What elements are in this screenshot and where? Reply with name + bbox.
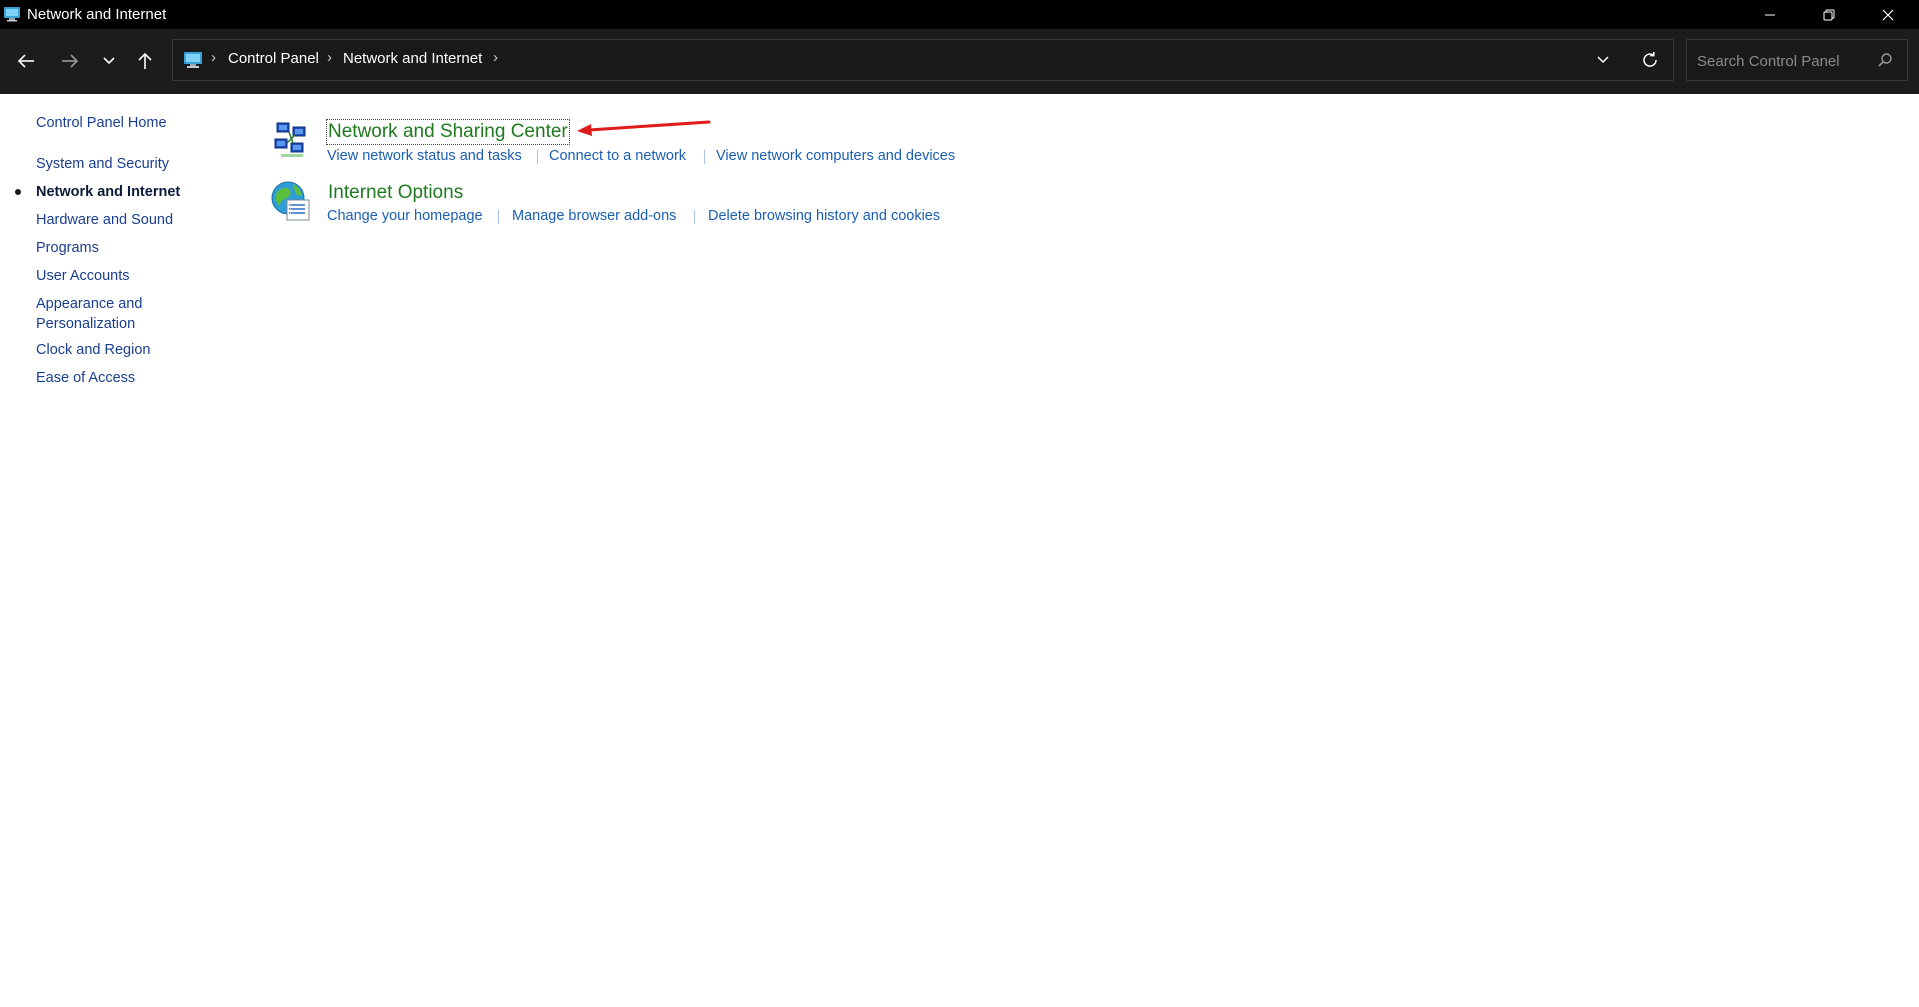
active-item-bullet [15,189,21,195]
chevron-right-icon[interactable]: › [493,49,498,66]
window-title: Network and Internet [27,6,167,23]
sidebar-item-hardware-and-sound[interactable]: Hardware and Sound [36,210,173,230]
view-network-status-link[interactable]: View network status and tasks [327,148,522,164]
arrow-right-icon [62,54,79,68]
title-bar: Network and Internet [0,0,1919,29]
view-network-computers-link[interactable]: View network computers and devices [716,148,955,164]
chevron-down-icon [1597,56,1609,64]
restore-icon [1823,9,1835,20]
close-button[interactable] [1859,0,1917,29]
sidebar-item-appearance-and-personalization-line2[interactable]: Personalization [36,314,135,334]
close-icon [1882,9,1894,20]
sidebar-item-appearance-and-personalization[interactable]: Appearance and [36,294,142,314]
link-separator [537,150,538,164]
change-homepage-link[interactable]: Change your homepage [327,208,483,224]
search-box[interactable] [1686,39,1908,81]
sidebar-item-ease-of-access[interactable]: Ease of Access [36,368,135,388]
sidebar-item-system-and-security[interactable]: System and Security [36,154,169,174]
chevron-right-icon[interactable]: › [327,49,332,66]
sidebar-item-network-and-internet: Network and Internet [36,184,181,200]
link-separator [694,210,695,224]
forward-button[interactable] [54,45,86,77]
address-history-dropdown[interactable] [1591,50,1615,70]
arrow-up-icon [138,52,152,69]
restore-button[interactable] [1800,0,1858,29]
back-button[interactable] [10,45,42,77]
sidebar-item-clock-and-region[interactable]: Clock and Region [36,340,150,360]
search-icon[interactable] [1877,52,1893,68]
minimize-button[interactable] [1741,0,1799,29]
recent-locations-button[interactable] [93,45,125,77]
breadcrumb-control-panel[interactable]: Control Panel [228,50,319,67]
breadcrumb-network-and-internet[interactable]: Network and Internet [343,50,482,67]
chevron-right-icon[interactable]: › [211,49,216,66]
sidebar-item-programs[interactable]: Programs [36,238,99,258]
sidebar-item-control-panel-home[interactable]: Control Panel Home [36,113,167,133]
search-input[interactable] [1695,50,1869,72]
manage-addons-link[interactable]: Manage browser add-ons [512,208,676,224]
chevron-down-icon [103,57,115,65]
internet-options-icon[interactable] [271,180,311,222]
control-panel-icon [184,52,202,68]
delete-browsing-history-link[interactable]: Delete browsing history and cookies [708,208,940,224]
control-panel-icon [4,7,20,22]
link-separator [704,150,705,164]
arrow-left-icon [17,54,34,68]
network-sharing-icon[interactable] [273,121,309,161]
connect-to-network-link[interactable]: Connect to a network [549,148,686,164]
navigation-toolbar: › Control Panel › Network and Internet › [0,29,1919,94]
annotation-arrow [577,120,711,136]
refresh-button[interactable] [1638,49,1662,71]
refresh-icon [1643,52,1657,67]
up-button[interactable] [129,45,161,77]
internet-options-link[interactable]: Internet Options [328,182,463,204]
minimize-icon [1765,14,1775,15]
address-bar[interactable]: › Control Panel › Network and Internet › [172,39,1674,81]
link-separator [498,210,499,224]
network-and-sharing-center-link[interactable]: Network and Sharing Center [326,119,570,145]
sidebar-item-user-accounts[interactable]: User Accounts [36,266,130,286]
